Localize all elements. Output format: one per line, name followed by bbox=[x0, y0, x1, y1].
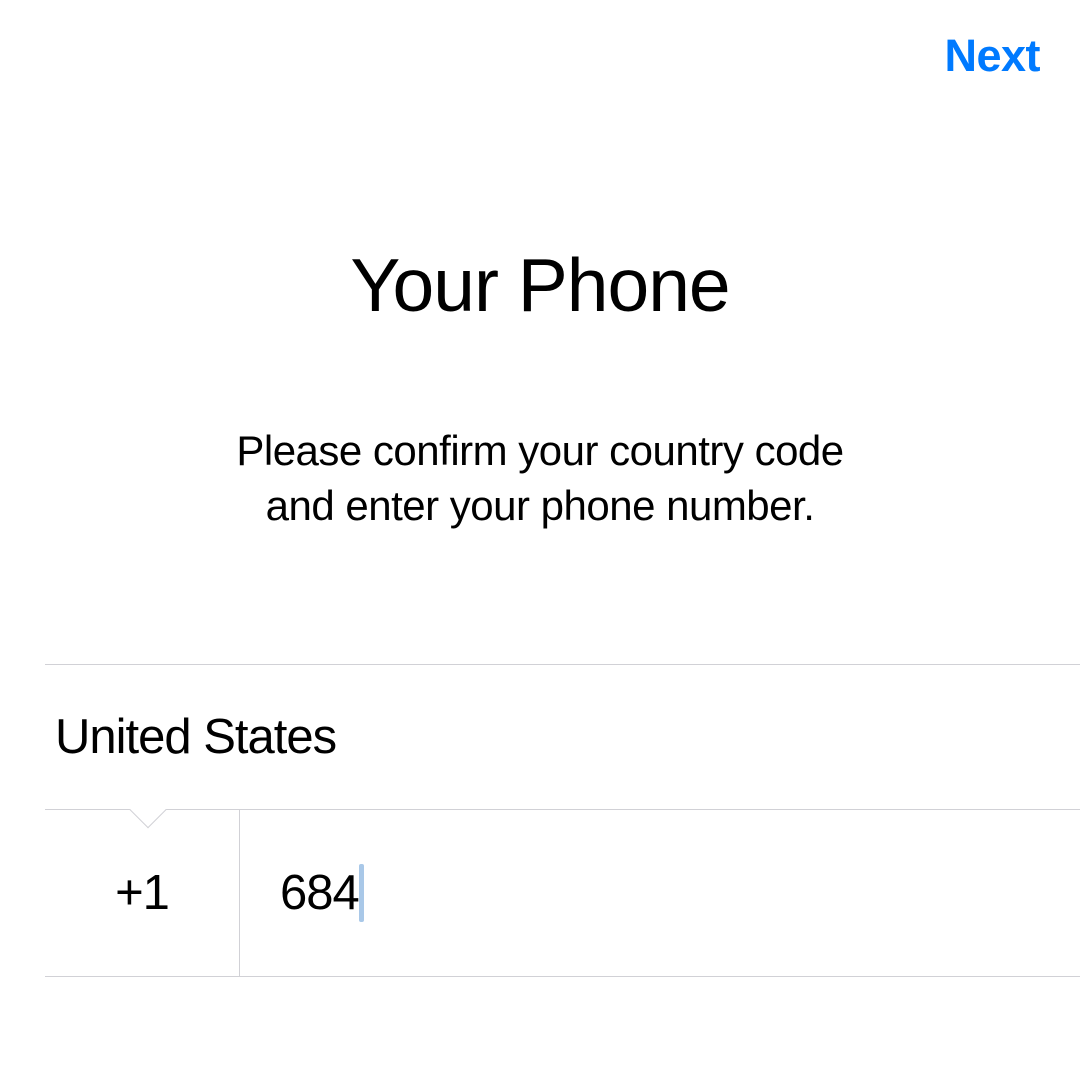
next-button[interactable]: Next bbox=[944, 30, 1040, 82]
phone-number-input[interactable] bbox=[280, 865, 1080, 921]
page-subtitle: Please confirm your country code and ent… bbox=[0, 423, 1080, 534]
country-code-label[interactable]: +1 bbox=[45, 810, 240, 976]
subtitle-line-2: and enter your phone number. bbox=[266, 482, 815, 529]
phone-row: +1 bbox=[45, 809, 1080, 977]
country-selector[interactable]: United States bbox=[0, 665, 1080, 809]
subtitle-line-1: Please confirm your country code bbox=[236, 427, 843, 474]
phone-form: United States +1 bbox=[0, 664, 1080, 977]
title-section: Your Phone Please confirm your country c… bbox=[0, 242, 1080, 534]
page-title: Your Phone bbox=[0, 242, 1080, 328]
header-bar: Next bbox=[0, 0, 1080, 82]
country-label: United States bbox=[55, 709, 336, 765]
text-cursor-icon bbox=[359, 864, 364, 922]
phone-input-wrapper bbox=[240, 810, 1080, 976]
